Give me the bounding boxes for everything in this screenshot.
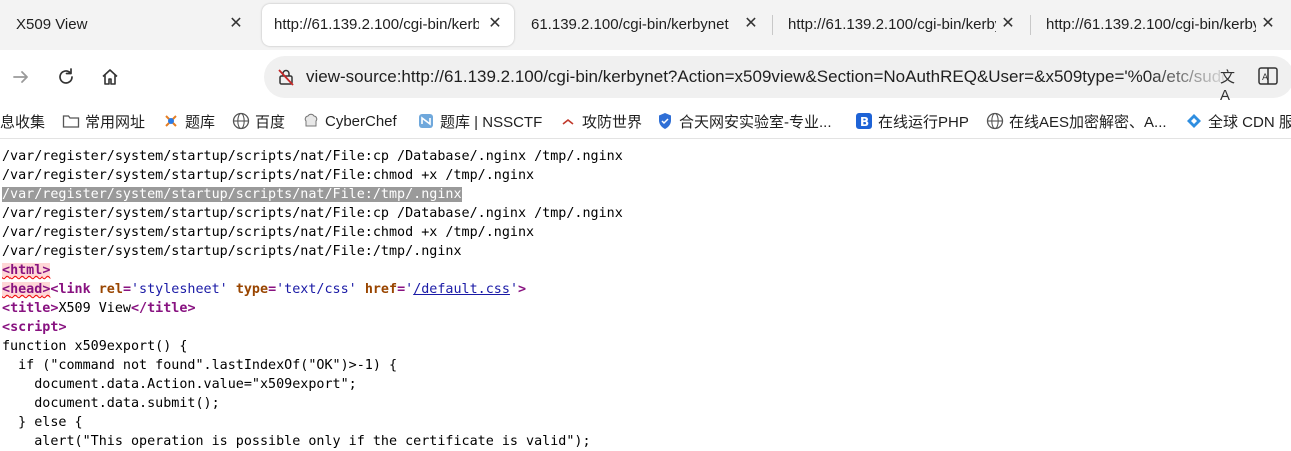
bookmark-label: 在线运行PHP [878,113,969,131]
folder-icon [62,112,80,130]
adworld-icon [559,112,577,130]
bookmark-label: 题库 | NSSCTF [440,113,543,131]
cdn-icon [1185,112,1203,130]
close-icon[interactable]: ✕ [1258,14,1278,34]
bookmark-label: 攻防世界 [582,113,643,131]
source-line-js: } else { [2,415,83,430]
chef-icon [302,112,320,130]
bookmark-nssctf[interactable]: 题库 | NSSCTF [417,110,542,132]
bookmark-cyberchef[interactable]: CyberChef [302,110,397,132]
home-icon [102,69,118,85]
rel-attr: rel [98,282,123,297]
source-line: /var/register/system/startup/scripts/nat… [2,168,535,183]
href-attr: href [364,282,398,297]
source-line-js: alert("This operation is possible only i… [2,434,591,449]
svg-text:A: A [1262,73,1269,83]
stylesheet-link[interactable]: /default.css [413,282,510,297]
source-line-js: if ("command not found".lastIndexOf("OK"… [2,358,398,373]
bookmark-tiku[interactable]: 题库 [162,110,215,132]
source-line: /var/register/system/startup/scripts/nat… [2,149,623,164]
bookmark-label: 常用网址 [85,113,146,131]
not-secure-icon [278,69,294,86]
head-open-tag: <head> [2,282,51,297]
bookmark-php[interactable]: B 在线运行PHP [855,110,969,132]
link-tag-open: <link [50,282,91,297]
bookmark-label: 在线AES加密解密、A... [1009,113,1167,131]
tab-title: http://61.139.2.100/cgi-bin/kerbynet?Act… [274,16,479,33]
close-icon[interactable]: ✕ [998,14,1018,34]
tab-kerbynet-2[interactable]: http://61.139.2.100/cgi-bin/kerbynet ✕ [774,4,1030,46]
bookmark-label: CyberChef [325,112,397,130]
tab-x509-view[interactable]: X509 View ✕ [0,4,258,46]
type-attr: type [235,282,269,297]
title-open-tag: <title> [2,301,59,316]
bookmark-label: 息收集 [0,113,46,131]
close-icon[interactable]: ✕ [226,14,246,34]
source-line-head: <head><link rel='stylesheet' type='text/… [2,282,527,297]
source-line-script: <script> [2,318,1291,337]
address-bar[interactable]: view-source:http://61.139.2.100/cgi-bin/… [264,56,1291,104]
rel-value: 'stylesheet' [131,282,228,297]
tab-title: http://61.139.2.100/cgi-bin/kerbynet [1046,16,1256,33]
source-line: /var/register/system/startup/scripts/nat… [2,206,623,221]
title-close-tag: </title> [131,301,196,316]
reload-icon [59,68,73,84]
tab-view-source[interactable]: http://61.139.2.100/cgi-bin/kerbynet?Act… [262,4,514,46]
tab-separator [1030,15,1031,35]
bookmark-adworld[interactable]: 攻防世界 [559,110,642,132]
site-icon [162,112,180,130]
bookmarks-bar: 息收集 常用网址 题库 百度 CyberChef 题库 | NSSCTF 攻防世… [0,104,1291,139]
bookmark-baidu[interactable]: 百度 [232,110,285,132]
bookmark-hetian[interactable]: 合天网安实验室-专业... [656,110,832,132]
nssctf-icon [417,112,435,130]
source-line-html: <html> [2,261,1291,280]
source-line: /var/register/system/startup/scripts/nat… [2,225,535,240]
selected-text: /var/register/system/startup/scripts/nat… [2,187,462,202]
bookmark-label: 全球 CDN 服 [1208,113,1291,131]
bookmark-label: 百度 [255,113,286,131]
bookmark-cdn[interactable]: 全球 CDN 服 [1185,110,1291,132]
bookmark-label: 题库 [185,113,216,131]
svg-text:B: B [860,115,869,129]
bookmark-label: 合天网安实验室-专业... [679,113,832,131]
close-icon[interactable]: ✕ [741,14,761,34]
tab-kerbynet-3[interactable]: http://61.139.2.100/cgi-bin/kerbynet ✕ [1032,4,1291,46]
tab-separator [772,15,773,35]
page-source-view: /var/register/system/startup/scripts/nat… [2,147,1291,451]
forward-button[interactable] [6,62,36,92]
translate-button[interactable]: 文A [1220,66,1244,104]
source-line-js: function x509export() { [2,339,188,354]
immersive-reader-icon: A [1258,67,1278,85]
close-icon[interactable]: ✕ [485,14,505,34]
tab-title: http://61.139.2.100/cgi-bin/kerbynet [788,16,996,33]
tab-strip: X509 View ✕ http://61.139.2.100/cgi-bin/… [0,0,1291,50]
script-open-tag: <script> [2,320,67,335]
globe-icon [986,112,1004,130]
source-line: /var/register/system/startup/scripts/nat… [2,185,1291,204]
source-line-js: document.data.Action.value="x509export"; [2,377,357,392]
tab-title: 61.139.2.100/cgi-bin/kerbynet [531,16,729,33]
home-button[interactable] [95,62,125,92]
html-open-tag: <html> [2,263,51,278]
type-value: 'text/css' [276,282,357,297]
bookmark-aes[interactable]: 在线AES加密解密、A... [986,110,1167,132]
reader-mode-button[interactable]: A [1257,65,1279,87]
source-line: /var/register/system/startup/scripts/nat… [2,244,462,259]
bookmark-folder-common[interactable]: 常用网址 [62,110,145,132]
navigation-toolbar: view-source:http://61.139.2.100/cgi-bin/… [0,50,1291,104]
title-text: X509 View [58,301,131,316]
tab-title: X509 View [16,16,88,33]
shield-icon [656,112,674,130]
arrow-right-icon [13,71,28,83]
source-line-title: <title>X509 View</title> [2,299,1291,318]
tab-kerbynet-1[interactable]: 61.139.2.100/cgi-bin/kerbynet ✕ [516,4,772,46]
globe-icon [232,112,250,130]
url-text[interactable]: view-source:http://61.139.2.100/cgi-bin/… [306,67,1226,87]
translate-icon: 文A [1220,69,1236,104]
source-line-js: document.data.submit(); [2,396,220,411]
reload-button[interactable] [51,62,81,92]
bookmark-info-collect[interactable]: 息收集 [0,110,45,132]
b-icon: B [855,112,873,130]
